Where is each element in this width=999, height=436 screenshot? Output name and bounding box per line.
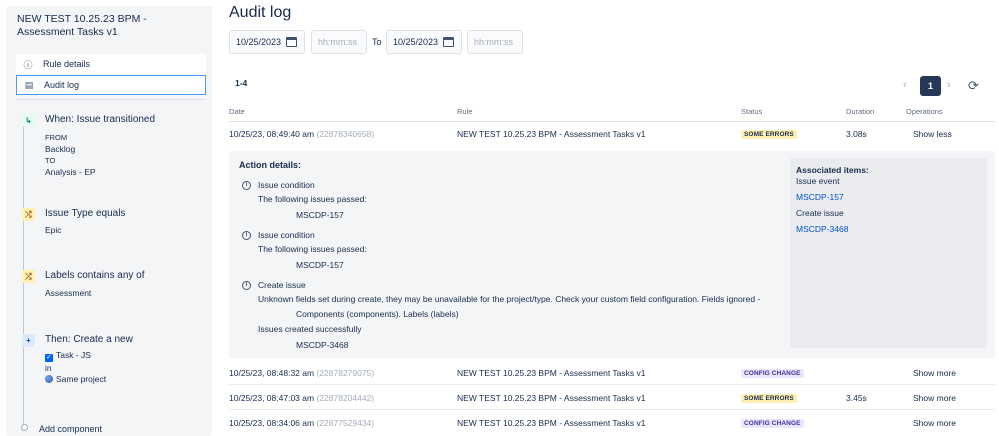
show-more-button[interactable]: Show more bbox=[913, 368, 956, 378]
sidebar-item-label: Audit log bbox=[44, 80, 80, 90]
status-badge: CONFIG CHANGE bbox=[741, 369, 804, 378]
checkbox-icon: ✓ bbox=[45, 354, 53, 362]
chevron-left-icon[interactable]: ‹ bbox=[903, 79, 907, 91]
issue-link[interactable]: MSCDP-3468 bbox=[796, 224, 848, 234]
to-date-field[interactable]: 10/25/2023 bbox=[386, 30, 462, 54]
table-row: 10/25/23, 08:48:32 am (22878279075) NEW … bbox=[229, 363, 995, 385]
row-divider bbox=[229, 384, 995, 385]
column-header-rule: Rule bbox=[457, 107, 473, 116]
row-duration: 3.45s bbox=[846, 393, 867, 403]
action-project: Same project bbox=[45, 374, 106, 384]
condition-labels[interactable]: ⤮ Labels contains any of Assessment bbox=[18, 268, 208, 304]
chevron-right-icon[interactable]: › bbox=[947, 79, 951, 91]
table-row: 10/25/23, 08:34:06 am (22877529434) NEW … bbox=[229, 413, 995, 435]
condition-icon: ⤮ bbox=[22, 270, 35, 283]
to-value: Analysis - EP bbox=[45, 167, 96, 177]
trigger-component[interactable]: ↳ When: Issue transitioned FROM Backlog … bbox=[18, 112, 208, 182]
condition-label: Labels contains any of bbox=[45, 270, 145, 281]
condition-value: Assessment bbox=[45, 288, 92, 298]
condition-value: Epic bbox=[45, 225, 62, 235]
detail-line: Components (components). Labels (labels) bbox=[296, 309, 459, 319]
info-icon: i bbox=[242, 181, 251, 190]
row-divider bbox=[229, 409, 995, 410]
detail-issue: MSCDP-157 bbox=[296, 210, 344, 220]
row-date: 10/25/23, 08:49:40 am (22878340658) bbox=[229, 129, 375, 139]
detail-line: The following issues passed: bbox=[258, 244, 367, 254]
condition-icon: ⤮ bbox=[22, 208, 35, 221]
detail-heading: Issue condition bbox=[258, 180, 315, 190]
sidebar-item-audit-log[interactable]: ▤ Audit log bbox=[16, 75, 206, 95]
show-less-button[interactable]: Show less bbox=[913, 129, 952, 139]
row-rule: NEW TEST 10.25.23 BPM - Assessment Tasks… bbox=[457, 368, 646, 378]
from-date-field[interactable]: 10/25/2023 bbox=[229, 30, 305, 54]
document-icon: ▤ bbox=[24, 79, 34, 90]
condition-label: Issue Type equals bbox=[45, 208, 126, 219]
info-icon: ⓘ bbox=[23, 59, 33, 70]
associated-items-panel: Associated items: Issue event MSCDP-157 … bbox=[790, 158, 987, 348]
sidebar-item-rule-details[interactable]: ⓘ Rule details bbox=[16, 54, 206, 74]
condition-issue-type[interactable]: ⤮ Issue Type equals Epic bbox=[18, 206, 208, 242]
column-header-duration: Duration bbox=[846, 107, 875, 116]
info-icon: i bbox=[242, 231, 251, 240]
show-more-button[interactable]: Show more bbox=[913, 418, 956, 428]
row-rule: NEW TEST 10.25.23 BPM - Assessment Tasks… bbox=[457, 418, 646, 428]
detail-line: Unknown fields set during create, they m… bbox=[258, 294, 761, 304]
header-divider bbox=[229, 121, 995, 122]
action-details-panel: Action details: i Issue condition The fo… bbox=[229, 151, 995, 358]
detail-line: Issues created successfully bbox=[258, 324, 362, 334]
detail-issue: MSCDP-157 bbox=[296, 260, 344, 270]
detail-issue: MSCDP-3468 bbox=[296, 340, 349, 350]
associated-items-title: Associated items: bbox=[796, 165, 869, 175]
create-issue-label: Create issue bbox=[796, 208, 844, 218]
rule-sidebar: NEW TEST 10.25.23 BPM - Assessment Tasks… bbox=[6, 6, 212, 436]
status-badge: CONFIG CHANGE bbox=[741, 419, 804, 428]
action-label: Then: Create a new bbox=[45, 334, 133, 345]
to-label: To bbox=[372, 37, 382, 47]
row-date: 10/25/23, 08:48:32 am (22878279075) bbox=[229, 368, 375, 378]
add-component-dot-icon bbox=[21, 424, 28, 431]
trigger-label: When: Issue transitioned bbox=[45, 114, 156, 125]
sidebar-item-label: Rule details bbox=[43, 59, 91, 69]
column-header-date: Date bbox=[229, 107, 245, 116]
column-header-operations: Operations bbox=[906, 107, 943, 116]
result-range: 1-4 bbox=[235, 78, 248, 88]
table-row: 10/25/23, 08:47:03 am (22878204442) NEW … bbox=[229, 388, 995, 410]
rule-title: NEW TEST 10.25.23 BPM - Assessment Tasks… bbox=[17, 13, 147, 38]
add-component-button[interactable]: Add component bbox=[39, 424, 102, 434]
detail-heading: Create issue bbox=[258, 280, 306, 290]
sidebar-divider bbox=[16, 99, 206, 100]
row-duration: 3.08s bbox=[846, 129, 867, 139]
globe-icon bbox=[45, 375, 53, 383]
info-icon: i bbox=[242, 281, 251, 290]
from-value: Backlog bbox=[45, 144, 76, 154]
plus-icon: + bbox=[22, 334, 35, 347]
action-create-issue[interactable]: + Then: Create a new ✓ Task - JS in Same … bbox=[18, 332, 208, 392]
from-time-field[interactable]: hh:mm:ss bbox=[311, 30, 367, 54]
calendar-icon[interactable] bbox=[443, 37, 454, 47]
action-in-label: in bbox=[45, 363, 52, 373]
to-label: TO bbox=[45, 156, 56, 165]
row-date: 10/25/23, 08:34:06 am (22877529434) bbox=[229, 418, 375, 428]
row-rule: NEW TEST 10.25.23 BPM - Assessment Tasks… bbox=[457, 129, 646, 139]
table-row: 10/25/23, 08:49:40 am (22878340658) NEW … bbox=[229, 124, 995, 146]
row-rule: NEW TEST 10.25.23 BPM - Assessment Tasks… bbox=[457, 393, 646, 403]
detail-heading: Issue condition bbox=[258, 230, 315, 240]
page-title: Audit log bbox=[229, 4, 292, 21]
calendar-icon[interactable] bbox=[286, 37, 297, 47]
to-time-field[interactable]: hh:mm:ss bbox=[467, 30, 523, 54]
column-header-status: Status bbox=[741, 107, 763, 116]
action-issue-type: ✓ Task - JS bbox=[45, 350, 91, 362]
show-more-button[interactable]: Show more bbox=[913, 393, 956, 403]
from-label: FROM bbox=[45, 133, 68, 142]
status-badge: SOME ERRORS bbox=[741, 130, 797, 139]
row-date: 10/25/23, 08:47:03 am (22878204442) bbox=[229, 393, 375, 403]
detail-line: The following issues passed: bbox=[258, 194, 367, 204]
page-current-button[interactable]: 1 bbox=[920, 76, 941, 96]
action-details-title: Action details: bbox=[239, 160, 302, 170]
issue-link[interactable]: MSCDP-157 bbox=[796, 192, 844, 202]
trigger-icon: ↳ bbox=[22, 114, 35, 127]
refresh-icon[interactable]: ⟳ bbox=[968, 78, 979, 94]
issue-event-label: Issue event bbox=[796, 176, 840, 186]
status-badge: SOME ERRORS bbox=[741, 394, 797, 403]
